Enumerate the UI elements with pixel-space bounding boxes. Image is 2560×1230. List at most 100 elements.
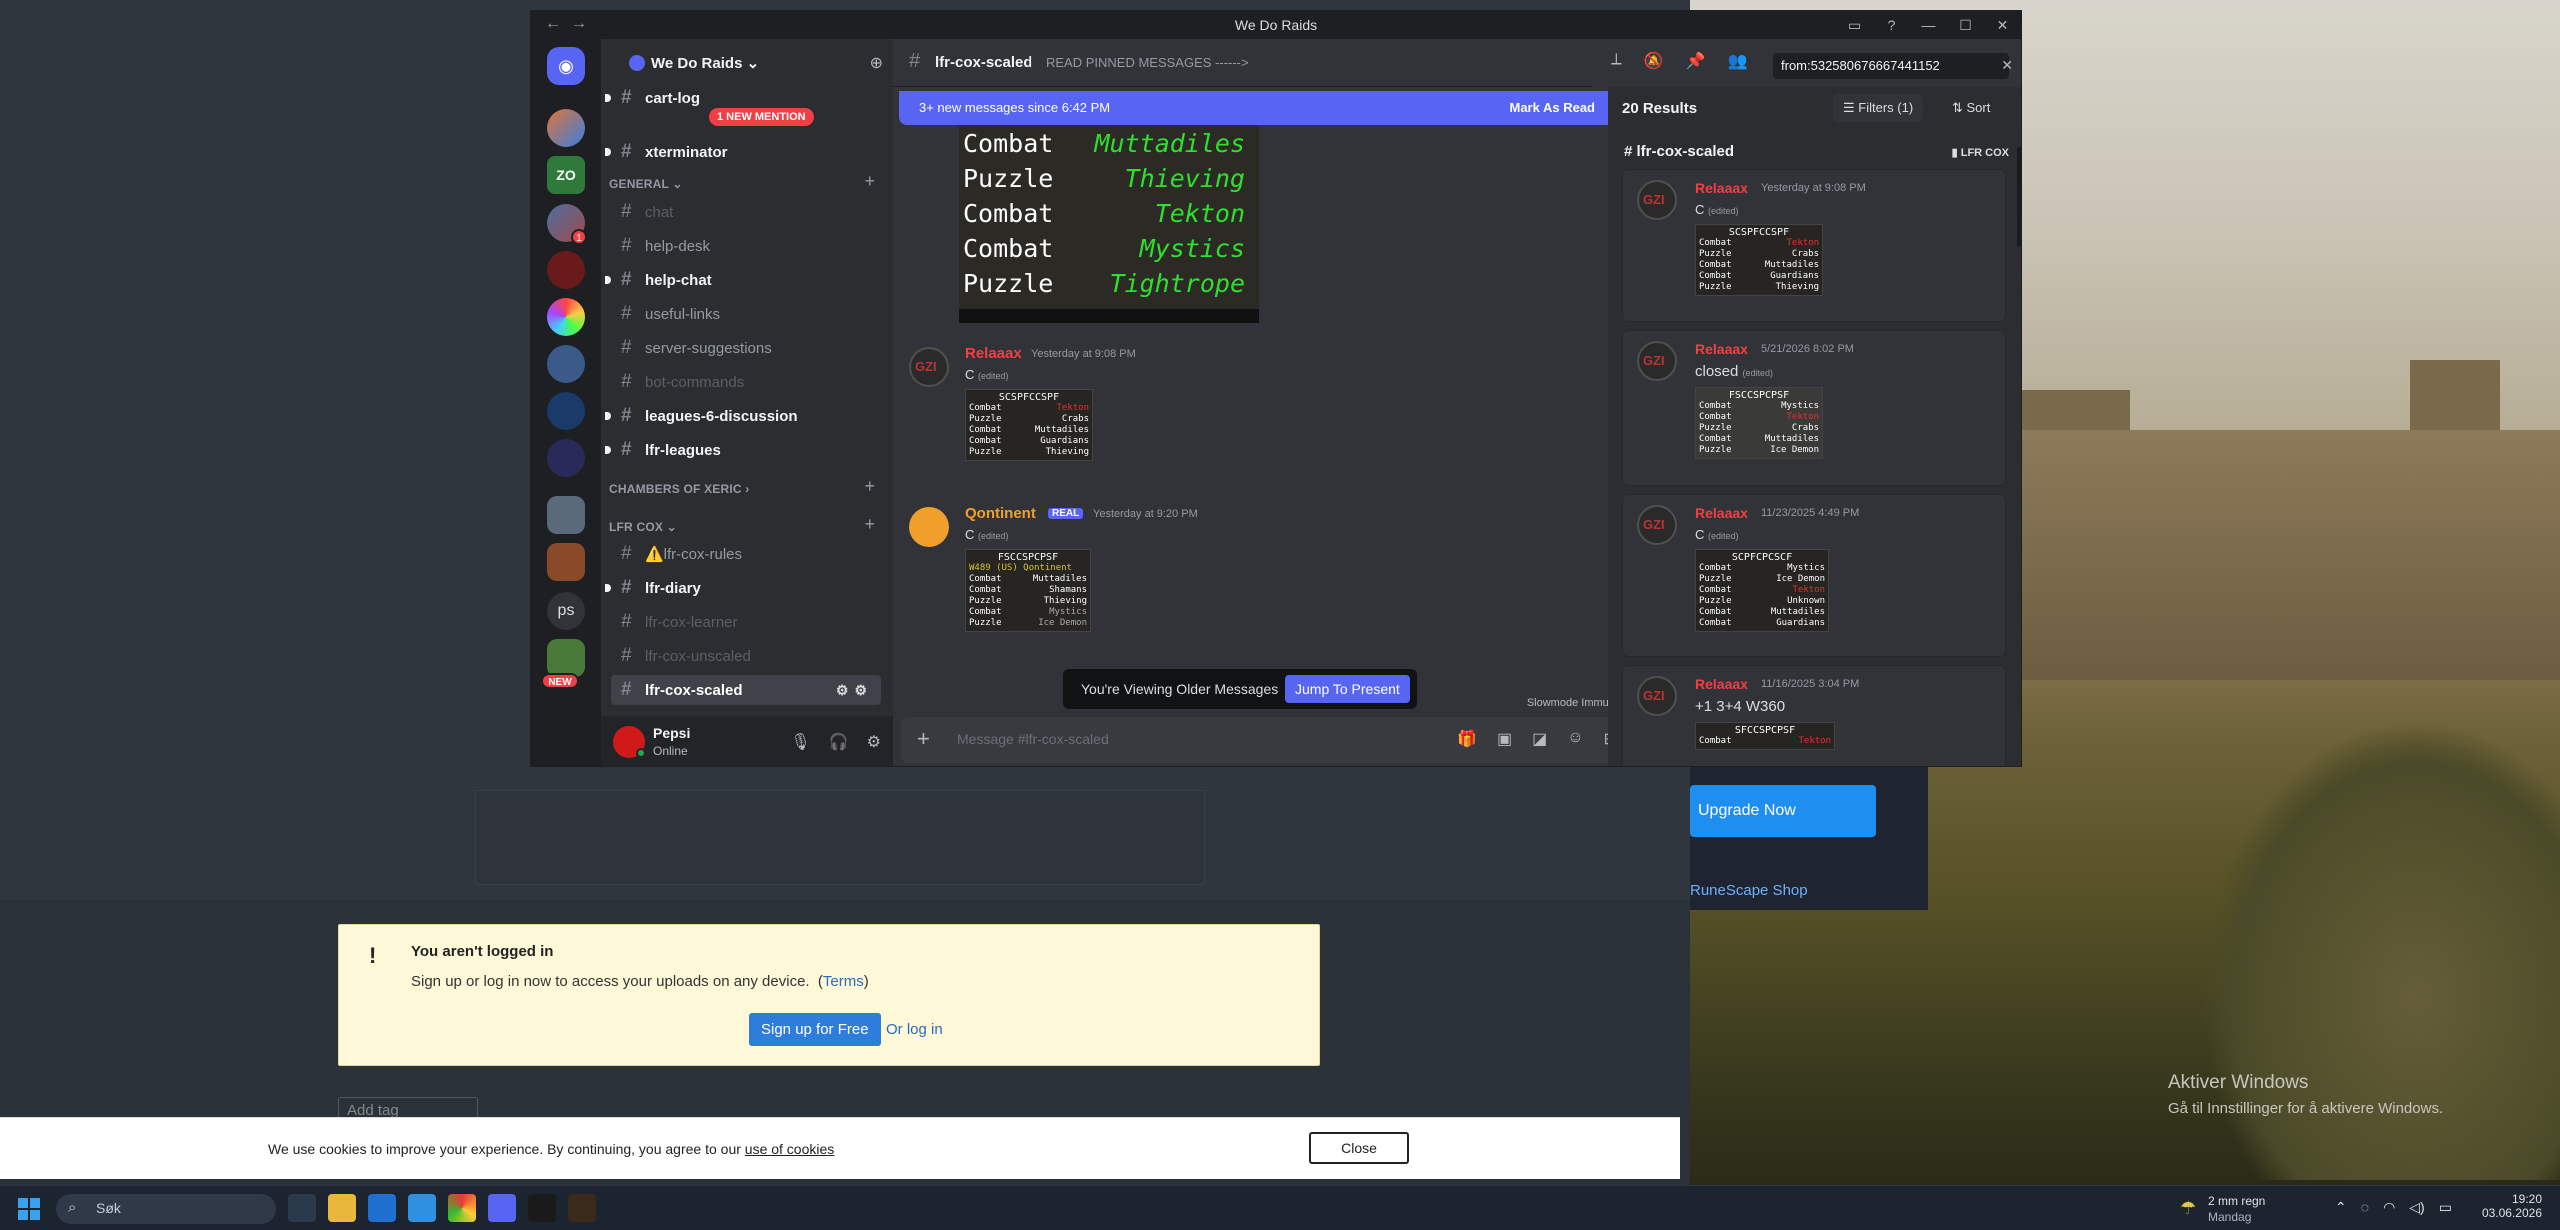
gift-icon[interactable]: 🎁 — [1457, 729, 1477, 749]
category-chambers-of-xeric[interactable]: CHAMBERS OF XERIC › — [609, 482, 749, 496]
headphones-icon[interactable]: 🎧 — [829, 732, 849, 752]
new-mention-pill[interactable]: 1 NEW MENTION — [709, 108, 814, 126]
server-icon[interactable] — [547, 639, 585, 677]
attach-plus-icon[interactable]: + — [917, 726, 930, 752]
message-attachment[interactable]: SCSPFCCSPF Combat Tekton Puzzle Crabs Comb… — [965, 389, 1093, 461]
server-icon[interactable] — [547, 251, 585, 289]
search-result[interactable]: GZI Relaaax 11/16/2025 3:04 PM +1 3+4 W3… — [1622, 665, 2006, 766]
server-icon[interactable] — [547, 543, 585, 581]
app-icon[interactable] — [528, 1194, 556, 1222]
channel-lfr-cox-scaled[interactable]: # lfr-cox-scaled ⚙⚙ — [611, 675, 881, 705]
channel-lfr-diary[interactable]: # lfr-diary — [605, 573, 881, 603]
avatar[interactable] — [909, 507, 949, 547]
channel-help-chat[interactable]: # help-chat — [605, 265, 881, 295]
sort-button[interactable]: ⇅ Sort — [1942, 94, 2000, 122]
search-input[interactable]: from:532580676667441152 ✕ — [1773, 53, 2013, 79]
channel-lfr-cox-unscaled[interactable]: # lfr-cox-unscaled — [611, 641, 881, 671]
outlook-icon[interactable] — [408, 1194, 436, 1222]
result-attachment[interactable]: SFCCSPCPSF Combat Tekton — [1695, 722, 1835, 750]
maximize-icon[interactable]: ☐ — [1947, 11, 1984, 39]
invite-icon[interactable]: ⊕ — [870, 53, 883, 73]
filters-button[interactable]: ☰ Filters (1) — [1833, 94, 1924, 122]
channel-leagues-6-discussion[interactable]: # leagues-6-discussion — [605, 401, 881, 431]
channel-xterminator[interactable]: # xterminator — [605, 137, 881, 167]
signup-button[interactable]: Sign up for Free — [749, 1013, 881, 1046]
add-channel-icon[interactable]: + — [864, 171, 875, 192]
message-composer[interactable]: + Message #lfr-cox-scaled 🎁 ▣ ◪ ☺ ⊞ — [901, 717, 1629, 763]
clear-search-icon[interactable]: ✕ — [2001, 57, 2013, 74]
login-link[interactable]: Or log in — [886, 1021, 943, 1038]
runescape-shop-link[interactable]: RuneScape Shop — [1690, 882, 1808, 899]
windows-start-icon[interactable] — [18, 1198, 40, 1220]
emoji-icon[interactable]: ☺ — [1567, 729, 1583, 749]
channel-chat[interactable]: # chat — [611, 197, 881, 227]
server-icon-ps[interactable]: ps — [547, 592, 585, 630]
avatar[interactable]: GZI — [909, 347, 949, 387]
channel-useful-links[interactable]: # useful-links — [611, 299, 881, 329]
pin-icon[interactable]: 📌 — [1686, 51, 1706, 71]
guild-name[interactable]: We Do Raids ⌄ — [651, 54, 759, 72]
channel-lfr-cox-rules[interactable]: # ⚠️lfr-cox-rules — [611, 539, 881, 569]
search-result[interactable]: GZI Relaaax 11/23/2025 4:49 PM C (edited… — [1622, 494, 2006, 657]
search-result[interactable]: GZI Relaaax Yesterday at 9:08 PM C (edit… — [1622, 169, 2006, 322]
task-view-icon[interactable] — [288, 1194, 316, 1222]
discord-home-icon[interactable]: ◉ — [547, 47, 585, 85]
discord-taskbar-icon[interactable] — [488, 1194, 516, 1222]
message-author[interactable]: Relaaax — [965, 345, 1022, 362]
category-general[interactable]: GENERAL ⌄ — [609, 177, 683, 191]
new-messages-bar[interactable]: 3+ new messages since 6:42 PM Mark As Re… — [899, 91, 1619, 125]
guild-header[interactable]: We Do Raids ⌄ ⊕ — [601, 39, 893, 87]
search-result[interactable]: GZI Relaaax 5/21/2026 8:02 PM closed (ed… — [1622, 330, 2006, 486]
minimize-icon[interactable]: — — [1910, 11, 1947, 39]
tray-app-icon[interactable]: ◌ — [2361, 1199, 2369, 1216]
channel-lfr-leagues[interactable]: # lfr-leagues — [605, 435, 881, 465]
chrome-icon[interactable] — [448, 1194, 476, 1222]
results-channel[interactable]: # lfr-cox-scaled — [1624, 143, 1734, 160]
close-icon[interactable]: ✕ — [1984, 11, 2021, 39]
channel-settings-icon[interactable]: ⚙⚙ — [836, 682, 873, 699]
microphone-icon[interactable]: 🎙 — [790, 732, 810, 752]
server-icon[interactable] — [547, 109, 585, 147]
battery-icon[interactable]: ▭ — [2439, 1199, 2452, 1216]
cookie-link[interactable]: use of cookies — [745, 1141, 835, 1157]
terms-link[interactable]: Terms — [823, 973, 864, 990]
calendar-app-icon[interactable] — [368, 1194, 396, 1222]
network-icon[interactable]: ◠ — [2383, 1199, 2395, 1216]
result-attachment[interactable]: SCPFCPCSCF Combat Mystics Puzzle Ice Demon… — [1695, 549, 1829, 632]
message-input[interactable]: Message #lfr-cox-scaled — [957, 731, 1109, 747]
add-channel-icon[interactable]: + — [864, 476, 875, 497]
taskbar-clock[interactable]: 19:20 03.06.2026 — [2470, 1192, 2542, 1220]
help-icon[interactable]: ? — [1873, 11, 1910, 39]
gear-icon[interactable]: ⚙ — [867, 732, 881, 752]
gif-icon[interactable]: ▣ — [1497, 729, 1512, 749]
result-attachment[interactable]: SCSPFCCSPF Combat Tekton Puzzle Crabs Comb… — [1695, 224, 1823, 296]
chevron-up-icon[interactable]: ⌃ — [2335, 1199, 2347, 1216]
notification-bell-icon[interactable]: 🔕 — [1644, 51, 1664, 71]
add-channel-icon[interactable]: + — [864, 514, 875, 535]
sticker-icon[interactable]: ◪ — [1532, 729, 1547, 749]
volume-icon[interactable]: ◁) — [2409, 1199, 2424, 1216]
server-icon[interactable] — [547, 392, 585, 430]
message-attachment[interactable]: FSCCSPCPSF W489 (US) Qontinent Combat Mut… — [965, 549, 1091, 632]
results-scrollbar[interactable] — [2017, 147, 2021, 247]
raid-layout-image[interactable]: Combat Muttadiles Puzzle Thieving Combat Te… — [959, 125, 1259, 323]
channel-server-suggestions[interactable]: # server-suggestions — [611, 333, 881, 363]
file-explorer-icon[interactable] — [328, 1194, 356, 1222]
message-author[interactable]: Qontinent — [965, 505, 1036, 522]
cookie-close-button[interactable]: Close — [1309, 1132, 1409, 1164]
members-icon[interactable]: 👥 — [1728, 51, 1748, 71]
mark-read-button[interactable]: Mark As Read — [1510, 100, 1596, 115]
channel-topic[interactable]: READ PINNED MESSAGES ------> — [1031, 55, 1249, 70]
runelite-icon[interactable] — [568, 1194, 596, 1222]
server-icon[interactable] — [547, 496, 585, 534]
category-lfr-cox[interactable]: LFR COX ⌄ — [609, 520, 677, 534]
threads-icon[interactable]: ⟂ — [1611, 51, 1622, 71]
channel-bot-commands[interactable]: # bot-commands — [611, 367, 881, 397]
result-attachment[interactable]: FSCCSPCPSF Combat Mystics Combat Tekton Pu… — [1695, 387, 1823, 459]
jump-to-present-button[interactable]: Jump To Present — [1285, 675, 1410, 703]
channel-lfr-cox-learner[interactable]: # lfr-cox-learner — [611, 607, 881, 637]
taskbar-search[interactable]: ⌕ Søk — [56, 1194, 276, 1224]
server-icon[interactable] — [547, 345, 585, 383]
server-icon[interactable]: ZO — [547, 156, 585, 194]
server-icon[interactable] — [547, 439, 585, 477]
